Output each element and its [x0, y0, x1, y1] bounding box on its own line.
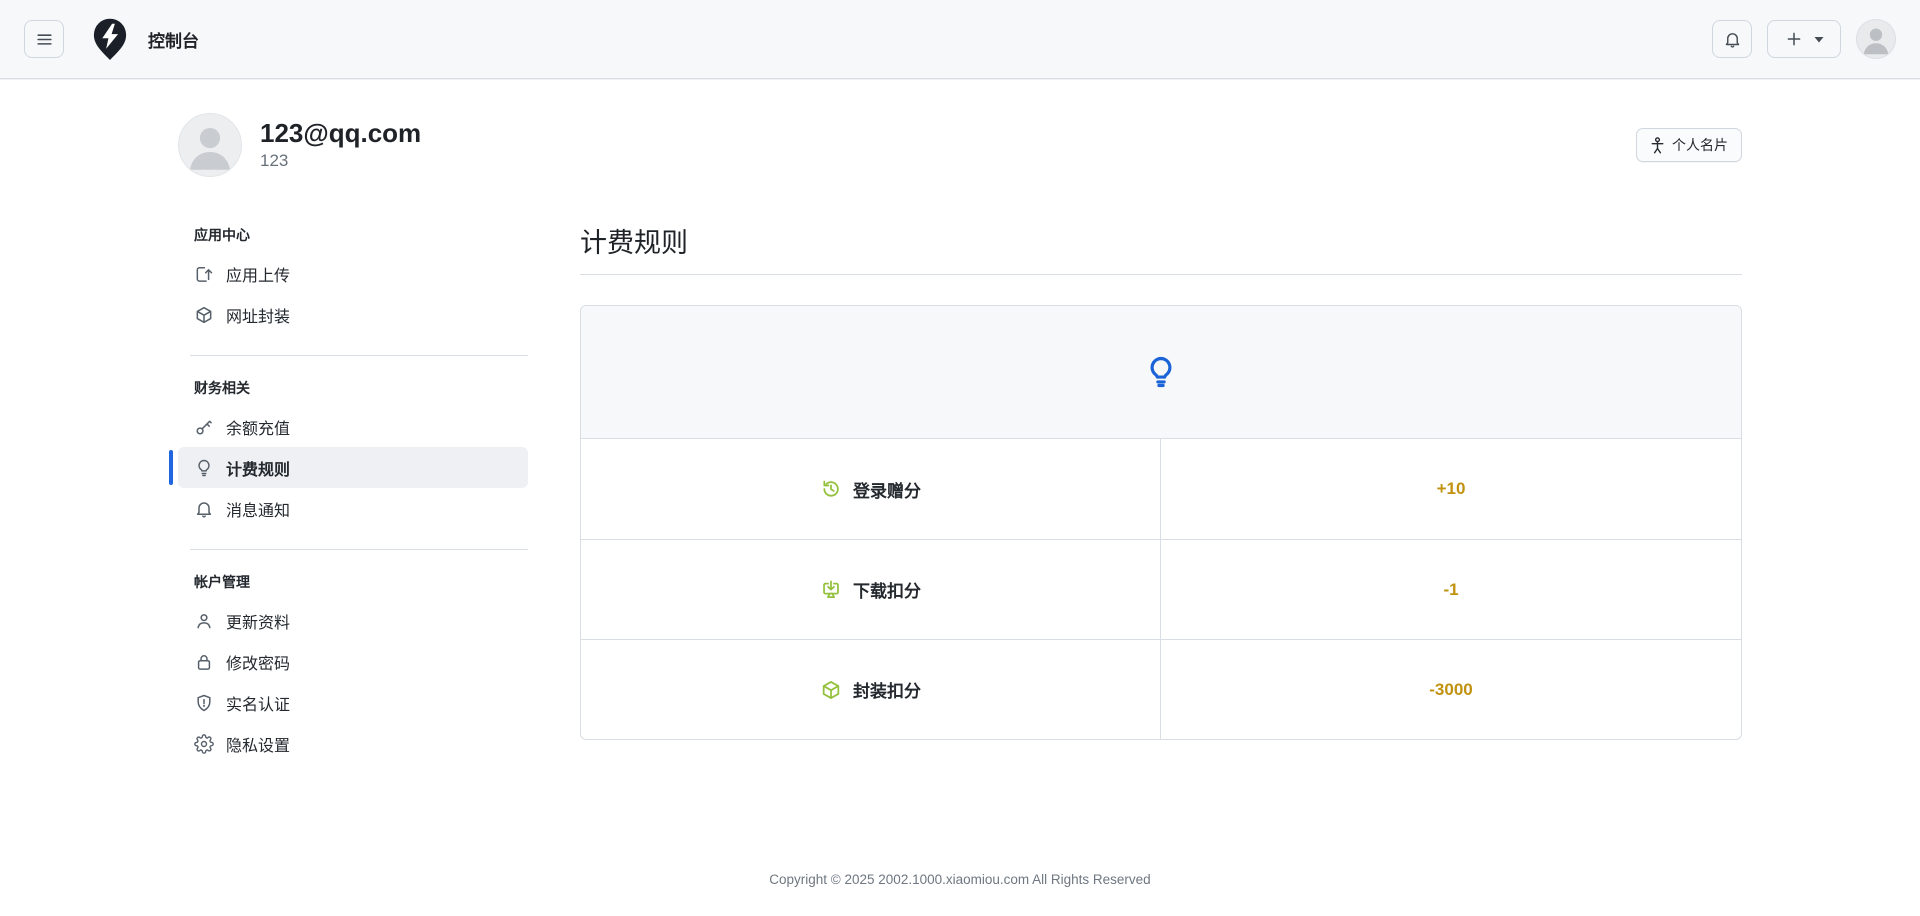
sidebar-item-label: 更新资料	[226, 609, 290, 633]
logo-lightning-pin-icon	[89, 16, 131, 62]
topbar-actions	[1712, 19, 1896, 59]
sidebar-section-finance: 财务相关	[178, 378, 528, 406]
sidebar-item-balance-recharge[interactable]: 余额充值	[178, 406, 528, 447]
sidebar-item-label: 余额充值	[226, 415, 290, 439]
rule-label: 封装扣分	[853, 677, 921, 702]
sidebar-divider	[190, 549, 528, 550]
sidebar-item-identity-verification[interactable]: 实名认证	[178, 682, 528, 723]
table-row-packaging-deduction: 封装扣分 -3000	[581, 639, 1741, 739]
profile-email: 123@qq.com	[260, 119, 421, 149]
rule-value: +10	[1161, 439, 1741, 539]
rule-label-cell: 登录赠分	[581, 439, 1161, 539]
table-row-login-bonus: 登录赠分 +10	[581, 439, 1741, 539]
sidebar-item-label: 计费规则	[226, 456, 290, 480]
sidebar-item-label: 修改密码	[226, 650, 290, 674]
profile-identity: 123@qq.com 123	[260, 119, 421, 172]
sidebar-item-label: 隐私设置	[226, 732, 290, 756]
rule-value: -1	[1161, 540, 1741, 639]
sidebar-divider	[190, 355, 528, 356]
sidebar-item-notifications[interactable]: 消息通知	[178, 488, 528, 529]
profile-username: 123	[260, 151, 421, 171]
person-icon	[194, 611, 214, 631]
gear-icon	[194, 734, 214, 754]
personal-card-button[interactable]: 个人名片	[1636, 128, 1742, 162]
sidebar-navigation: 应用中心 应用上传 网址封装	[178, 225, 528, 764]
package-icon	[194, 305, 214, 325]
rule-label-cell: 下载扣分	[581, 540, 1161, 639]
plus-icon	[1785, 30, 1803, 48]
create-new-button[interactable]	[1767, 20, 1841, 58]
sidebar-section-account: 帐户管理	[178, 572, 528, 600]
sidebar-item-label: 实名认证	[226, 691, 290, 715]
rule-value: -3000	[1161, 640, 1741, 739]
sidebar-item-app-upload[interactable]: 应用上传	[178, 253, 528, 294]
lock-icon	[194, 652, 214, 672]
table-row-download-deduction: 下载扣分 -1	[581, 539, 1741, 639]
page-title: 计费规则	[580, 221, 1742, 260]
bell-icon	[1723, 30, 1742, 49]
key-icon	[194, 417, 214, 437]
copyright-footer: Copyright © 2025 2002.1000.xiaomiou.com …	[178, 872, 1742, 887]
upload-icon	[194, 264, 214, 284]
top-navigation-bar: 控制台	[0, 0, 1920, 79]
lightbulb-icon	[194, 458, 214, 478]
personal-card-button-label: 个人名片	[1672, 135, 1728, 155]
lightbulb-icon	[1143, 354, 1179, 390]
sidebar-item-billing-rules[interactable]: 计费规则	[178, 447, 528, 488]
sidebar-item-change-password[interactable]: 修改密码	[178, 641, 528, 682]
sidebar-item-label: 消息通知	[226, 497, 290, 521]
title-divider	[580, 274, 1742, 275]
rule-label: 登录赠分	[853, 477, 921, 502]
desktop-download-icon	[820, 579, 842, 601]
bell-icon	[194, 499, 214, 519]
caret-down-icon	[1814, 36, 1824, 43]
hamburger-icon	[35, 30, 54, 49]
history-clock-icon	[820, 478, 842, 500]
app-title: 控制台	[148, 27, 199, 52]
user-avatar[interactable]	[1856, 19, 1896, 59]
sidebar-item-privacy-settings[interactable]: 隐私设置	[178, 723, 528, 764]
sidebar-item-label: 应用上传	[226, 262, 290, 286]
sidebar-item-url-packaging[interactable]: 网址封装	[178, 294, 528, 335]
main-content: 计费规则	[580, 225, 1742, 740]
person-figure-icon	[1650, 137, 1665, 154]
sidebar-item-update-profile[interactable]: 更新资料	[178, 600, 528, 641]
profile-avatar	[178, 113, 242, 177]
billing-rules-table: 登录赠分 +10 下载扣分	[580, 305, 1742, 740]
sidebar-item-label: 网址封装	[226, 303, 290, 327]
rule-label-cell: 封装扣分	[581, 640, 1161, 739]
package-icon	[820, 679, 842, 701]
rule-label: 下载扣分	[853, 577, 921, 602]
billing-rules-table-header	[581, 306, 1741, 439]
sidebar-section-app-center: 应用中心	[178, 225, 528, 253]
notifications-button[interactable]	[1712, 20, 1752, 58]
profile-header: 123@qq.com 123 个人名片	[178, 113, 1742, 177]
shield-exclamation-icon	[194, 693, 214, 713]
hamburger-menu-button[interactable]	[24, 20, 64, 58]
